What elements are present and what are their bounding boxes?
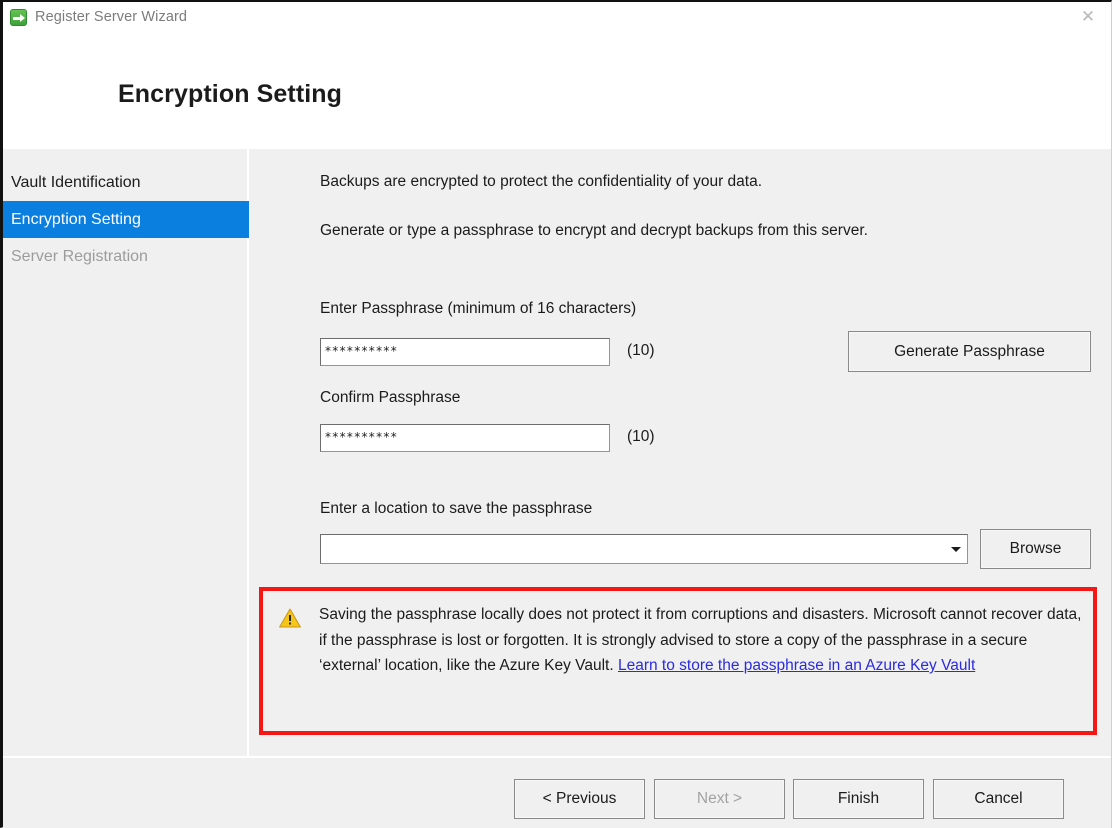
warning-panel: Saving the passphrase locally does not p…	[259, 587, 1097, 735]
page-title: Encryption Setting	[118, 80, 343, 108]
finish-button[interactable]: Finish	[793, 779, 924, 819]
sidebar-item-label: Server Registration	[11, 247, 148, 265]
wizard-steps-sidebar: Vault Identification Encryption Setting …	[3, 149, 249, 756]
main-content: Backups are encrypted to protect the con…	[251, 149, 1111, 756]
chevron-down-icon[interactable]	[945, 535, 967, 563]
location-label: Enter a location to save the passphrase	[320, 500, 593, 517]
sidebar-item-server-registration: Server Registration	[3, 238, 247, 275]
page-header: Encryption Setting	[3, 32, 1111, 149]
body-area: Vault Identification Encryption Setting …	[3, 149, 1111, 756]
sidebar-item-label: Encryption Setting	[11, 210, 141, 228]
next-button: Next >	[654, 779, 785, 819]
register-server-wizard-window: Register Server Wizard ✕ Encryption Sett…	[0, 0, 1112, 828]
location-combobox[interactable]	[320, 534, 968, 564]
window-title: Register Server Wizard	[35, 9, 188, 25]
sidebar-item-encryption-setting[interactable]: Encryption Setting	[3, 201, 249, 238]
warning-message: Saving the passphrase locally does not p…	[319, 602, 1084, 679]
warning-triangle-icon	[279, 608, 301, 628]
close-icon[interactable]: ✕	[1065, 2, 1111, 32]
previous-button[interactable]: < Previous	[514, 779, 645, 819]
intro-text-line-2: Generate or type a passphrase to encrypt…	[320, 222, 868, 239]
cancel-button[interactable]: Cancel	[933, 779, 1064, 819]
passphrase-label: Enter Passphrase (minimum of 16 characte…	[320, 300, 637, 317]
browse-button[interactable]: Browse	[980, 529, 1091, 569]
azure-key-vault-link[interactable]: Learn to store the passphrase in an Azur…	[618, 657, 975, 674]
generate-passphrase-button[interactable]: Generate Passphrase	[848, 331, 1091, 372]
confirm-passphrase-label: Confirm Passphrase	[320, 389, 461, 406]
passphrase-input[interactable]: **********	[320, 338, 610, 366]
confirm-passphrase-input[interactable]: **********	[320, 424, 610, 452]
title-bar: Register Server Wizard ✕	[3, 2, 1111, 32]
wizard-footer: < Previous Next > Finish Cancel	[3, 758, 1111, 828]
confirm-passphrase-char-count: (10)	[627, 428, 655, 445]
sidebar-item-vault-identification[interactable]: Vault Identification	[3, 164, 247, 201]
passphrase-char-count: (10)	[627, 342, 655, 359]
sidebar-item-label: Vault Identification	[11, 173, 141, 191]
green-arrow-icon	[10, 8, 27, 26]
intro-text-line-1: Backups are encrypted to protect the con…	[320, 173, 763, 190]
